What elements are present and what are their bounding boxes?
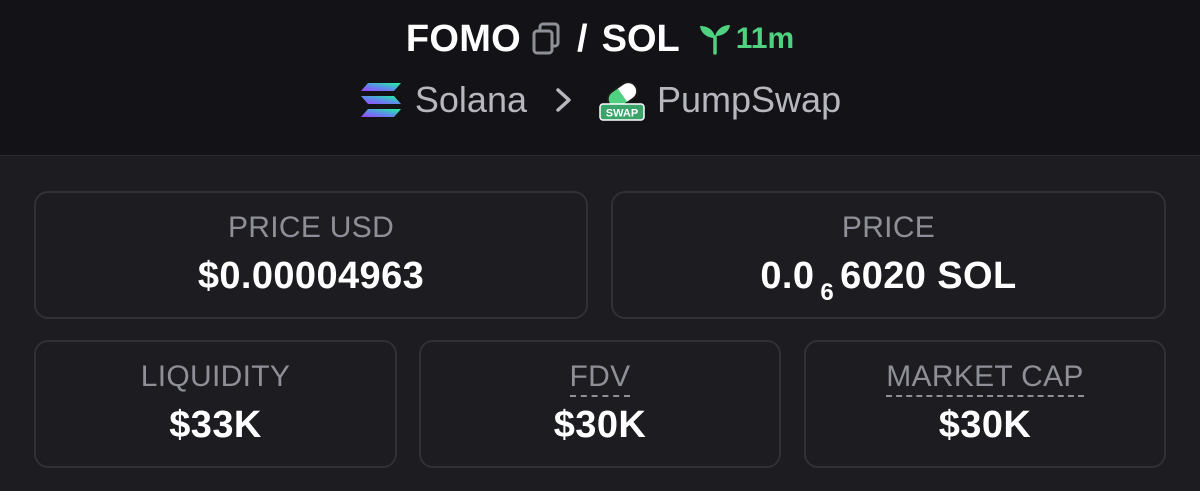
pair-header: FOMO / SOL 11m Solana SWAP PumpSwap [0, 0, 1200, 156]
token-pair-panel: FOMO / SOL 11m Solana SWAP PumpSwap PRIC… [0, 0, 1200, 491]
fdv-card: FDV $30K [419, 340, 781, 468]
price-native-value: 0.0 6 6020 SOL [613, 255, 1164, 306]
price-native-label: PRICE [841, 211, 936, 244]
market-cap-label[interactable]: MARKET CAP [886, 360, 1084, 397]
solana-logo-icon [360, 83, 401, 117]
sprout-icon [699, 25, 730, 55]
liquidity-card: LIQUIDITY $33K [34, 340, 397, 468]
chevron-right-icon [556, 88, 571, 112]
pair-separator: / [577, 17, 588, 60]
fdv-value: $30K [553, 404, 647, 446]
copy-icon[interactable] [531, 22, 561, 56]
price-usd-label: PRICE USD [227, 211, 395, 244]
dex-name[interactable]: PumpSwap [657, 79, 841, 121]
svg-text:SWAP: SWAP [606, 108, 638, 120]
liquidity-value: $33K [169, 404, 262, 446]
chain-name[interactable]: Solana [415, 79, 527, 121]
quote-token-symbol: SOL [601, 17, 680, 60]
price-suffix: 6020 SOL [840, 255, 1017, 297]
market-cap-value: $30K [938, 404, 1032, 446]
liquidity-label: LIQUIDITY [140, 360, 291, 393]
pair-title-row: FOMO / SOL 11m [0, 12, 1200, 66]
market-cap-label-wrap[interactable]: MARKET CAP [806, 360, 1164, 397]
price-prefix: 0.0 [760, 255, 815, 297]
chain-dex-breadcrumb: Solana SWAP PumpSwap [0, 74, 1200, 126]
base-token-symbol: FOMO [405, 17, 522, 60]
pair-age: 11m [698, 22, 794, 56]
pumpswap-logo-icon: SWAP [599, 81, 645, 121]
fdv-label[interactable]: FDV [569, 360, 631, 397]
market-cap-card: MARKET CAP $30K [804, 340, 1166, 468]
age-text: 11m [735, 22, 795, 55]
price-native-card: PRICE 0.0 6 6020 SOL [611, 191, 1166, 319]
price-usd-value: $0.00004963 [197, 255, 425, 297]
fdv-label-wrap[interactable]: FDV [421, 360, 779, 397]
price-usd-card: PRICE USD $0.00004963 [34, 191, 588, 319]
price-zero-count: 6 [820, 279, 835, 306]
